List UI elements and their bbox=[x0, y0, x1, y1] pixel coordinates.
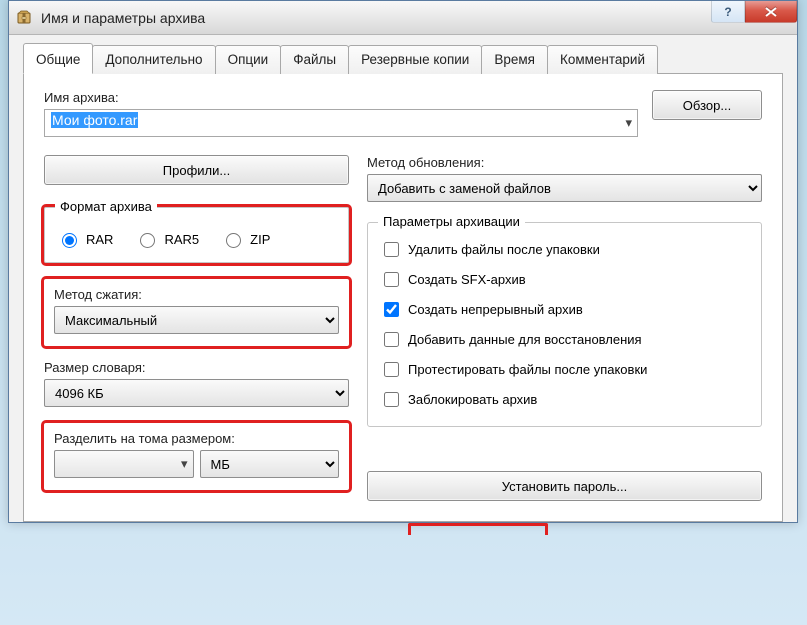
param-lock[interactable]: Заблокировать архив bbox=[380, 389, 749, 410]
archive-name-value: Мои фото.rar bbox=[51, 112, 138, 128]
params-group-title: Параметры архивации bbox=[378, 214, 525, 229]
param-test-label: Протестировать файлы после упаковки bbox=[408, 362, 647, 377]
dict-label: Размер словаря: bbox=[44, 360, 349, 375]
format-rar5-radio[interactable] bbox=[140, 233, 155, 248]
param-sfx-label: Создать SFX-архив bbox=[408, 272, 526, 287]
titlebar[interactable]: Имя и параметры архива ? bbox=[9, 1, 797, 35]
param-recovery-label: Добавить данные для восстановления bbox=[408, 332, 642, 347]
tab-panel-general: Имя архива: Мои фото.rar ▾ Обзор... Проф… bbox=[23, 73, 783, 522]
param-test-checkbox[interactable] bbox=[384, 362, 399, 377]
param-solid-label: Создать непрерывный архив bbox=[408, 302, 583, 317]
window-title: Имя и параметры архива bbox=[41, 10, 205, 26]
tab-comment[interactable]: Комментарий bbox=[547, 45, 658, 74]
tab-options[interactable]: Опции bbox=[215, 45, 282, 74]
app-icon bbox=[15, 9, 33, 27]
param-delete-after-checkbox[interactable] bbox=[384, 242, 399, 257]
split-unit-select[interactable]: МБ bbox=[200, 450, 340, 478]
profiles-button[interactable]: Профили... bbox=[44, 155, 349, 185]
format-zip-radio[interactable] bbox=[226, 233, 241, 248]
browse-button[interactable]: Обзор... bbox=[652, 90, 762, 120]
compression-block: Метод сжатия: Максимальный bbox=[44, 279, 349, 346]
update-label: Метод обновления: bbox=[367, 155, 762, 170]
client-area: Общие Дополнительно Опции Файлы Резервны… bbox=[9, 35, 797, 522]
format-zip[interactable]: ZIP bbox=[221, 230, 270, 248]
param-solid[interactable]: Создать непрерывный архив bbox=[380, 299, 749, 320]
param-recovery-checkbox[interactable] bbox=[384, 332, 399, 347]
split-label: Разделить на тома размером: bbox=[54, 431, 339, 446]
update-select[interactable]: Добавить с заменой файлов bbox=[367, 174, 762, 202]
param-sfx[interactable]: Создать SFX-архив bbox=[380, 269, 749, 290]
format-group: Формат архива RAR RAR5 bbox=[44, 207, 349, 263]
set-password-button[interactable]: Установить пароль... bbox=[367, 471, 762, 501]
format-rar-radio[interactable] bbox=[62, 233, 77, 248]
archive-name-input[interactable]: Мои фото.rar bbox=[44, 109, 638, 137]
format-rar5-label: RAR5 bbox=[164, 232, 199, 247]
dict-select[interactable]: 4096 КБ bbox=[44, 379, 349, 407]
archive-name-label: Имя архива: bbox=[44, 90, 638, 105]
window-controls: ? bbox=[711, 1, 797, 23]
param-lock-label: Заблокировать архив bbox=[408, 392, 537, 407]
close-button[interactable] bbox=[745, 1, 797, 23]
param-delete-after[interactable]: Удалить файлы после упаковки bbox=[380, 239, 749, 260]
params-group: Параметры архивации Удалить файлы после … bbox=[367, 222, 762, 427]
param-delete-after-label: Удалить файлы после упаковки bbox=[408, 242, 600, 257]
param-sfx-checkbox[interactable] bbox=[384, 272, 399, 287]
param-test[interactable]: Протестировать файлы после упаковки bbox=[380, 359, 749, 380]
close-icon bbox=[765, 7, 777, 17]
compression-label: Метод сжатия: bbox=[54, 287, 339, 302]
compression-select[interactable]: Максимальный bbox=[54, 306, 339, 334]
tab-general[interactable]: Общие bbox=[23, 43, 93, 74]
param-lock-checkbox[interactable] bbox=[384, 392, 399, 407]
help-button[interactable]: ? bbox=[711, 1, 745, 23]
format-group-title: Формат архива bbox=[55, 199, 157, 214]
format-rar-label: RAR bbox=[86, 232, 113, 247]
highlight-marker bbox=[408, 523, 548, 535]
format-rar[interactable]: RAR bbox=[57, 230, 113, 248]
format-zip-label: ZIP bbox=[250, 232, 270, 247]
format-rar5[interactable]: RAR5 bbox=[135, 230, 199, 248]
tab-advanced[interactable]: Дополнительно bbox=[92, 45, 215, 74]
split-size-input[interactable] bbox=[54, 450, 194, 478]
param-recovery[interactable]: Добавить данные для восстановления bbox=[380, 329, 749, 350]
split-block: Разделить на тома размером: ▾ МБ bbox=[44, 423, 349, 490]
tab-time[interactable]: Время bbox=[481, 45, 548, 74]
param-solid-checkbox[interactable] bbox=[384, 302, 399, 317]
tab-backup[interactable]: Резервные копии bbox=[348, 45, 482, 74]
dialog-window: Имя и параметры архива ? Общие Дополните… bbox=[8, 0, 798, 523]
tab-strip: Общие Дополнительно Опции Файлы Резервны… bbox=[23, 45, 783, 74]
tab-files[interactable]: Файлы bbox=[280, 45, 349, 74]
